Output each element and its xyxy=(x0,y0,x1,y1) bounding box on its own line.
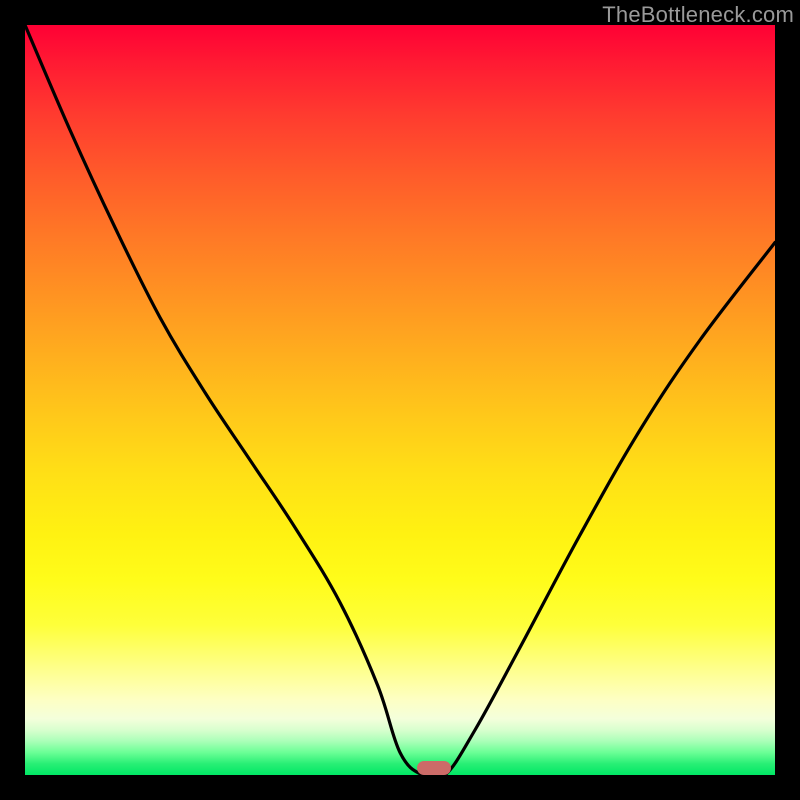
watermark-text: TheBottleneck.com xyxy=(602,2,794,28)
bottleneck-curve-path xyxy=(25,25,775,775)
optimal-marker xyxy=(417,761,451,775)
chart-frame xyxy=(25,25,775,775)
bottleneck-curve xyxy=(25,25,775,775)
